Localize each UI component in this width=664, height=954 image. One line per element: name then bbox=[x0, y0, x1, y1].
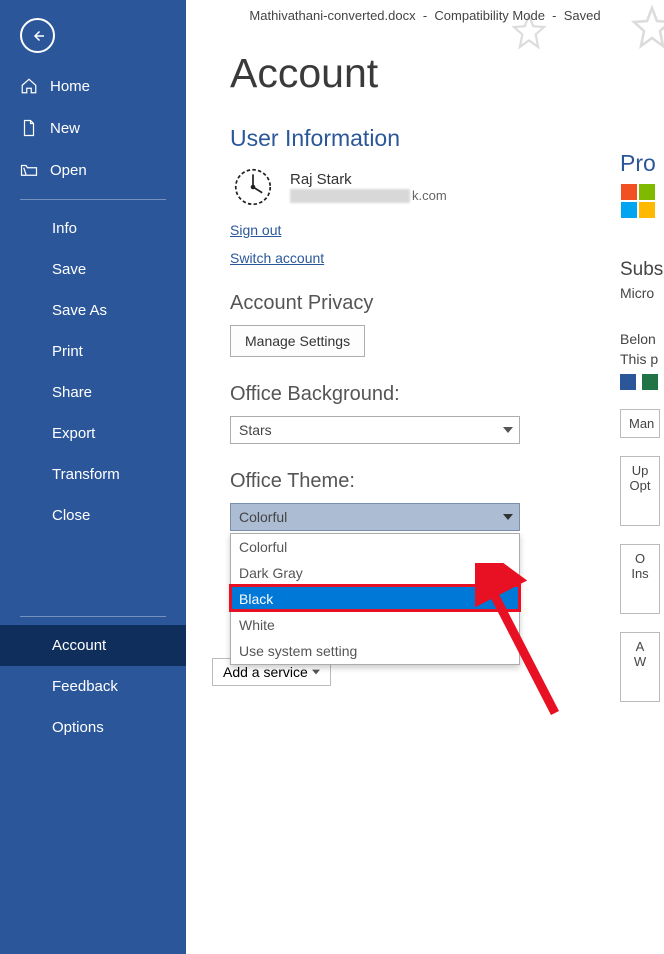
divider bbox=[20, 199, 166, 200]
office-theme-dropdown: Colorful Dark Gray Black White Use syste… bbox=[230, 533, 520, 665]
this-product-label: This p bbox=[620, 351, 664, 367]
user-email: k.com bbox=[290, 188, 447, 203]
office-logo-icon bbox=[620, 183, 660, 219]
backstage-sidebar: Home New Open Info Save Save As Print Sh… bbox=[0, 0, 186, 954]
nav-options[interactable]: Options bbox=[0, 707, 186, 748]
nav-info[interactable]: Info bbox=[0, 208, 186, 249]
avatar bbox=[230, 164, 276, 210]
office-insider-button[interactable]: OIns bbox=[620, 544, 660, 614]
office-theme-value: Colorful bbox=[239, 509, 287, 525]
new-document-icon bbox=[20, 119, 38, 137]
user-info-heading: User Information bbox=[230, 125, 664, 152]
theme-option-system[interactable]: Use system setting bbox=[231, 638, 519, 664]
theme-option-colorful[interactable]: Colorful bbox=[231, 534, 519, 560]
home-icon bbox=[20, 77, 38, 95]
nav-open[interactable]: Open bbox=[0, 149, 186, 191]
nav-close[interactable]: Close bbox=[0, 495, 186, 536]
office-theme-select[interactable]: Colorful bbox=[230, 503, 520, 531]
office-theme-heading: Office Theme: bbox=[230, 470, 664, 493]
chevron-down-icon bbox=[312, 669, 320, 675]
nav-label: Save bbox=[52, 261, 86, 278]
nav-label: Feedback bbox=[52, 678, 118, 695]
nav-label: Home bbox=[50, 78, 90, 95]
nav-home[interactable]: Home bbox=[0, 65, 186, 107]
subscription-heading: Subs bbox=[620, 259, 664, 281]
theme-option-black[interactable]: Black bbox=[231, 586, 519, 612]
subscription-product: Micro bbox=[620, 285, 664, 301]
divider bbox=[20, 616, 166, 617]
nav-print[interactable]: Print bbox=[0, 331, 186, 372]
belongs-to-label: Belon bbox=[620, 331, 664, 347]
add-service-label: Add a service bbox=[223, 664, 308, 680]
main-panel: Account User Information Raj Stark k.com… bbox=[186, 0, 664, 954]
nav-label: Export bbox=[52, 425, 95, 442]
manage-settings-button[interactable]: Manage Settings bbox=[230, 325, 365, 357]
back-button[interactable] bbox=[20, 18, 55, 53]
nav-account[interactable]: Account bbox=[0, 625, 186, 666]
chevron-down-icon bbox=[503, 514, 513, 520]
nav-label: Transform bbox=[52, 466, 120, 483]
nav-share[interactable]: Share bbox=[0, 372, 186, 413]
switch-account-link[interactable]: Switch account bbox=[230, 250, 664, 266]
nav-label: Save As bbox=[52, 302, 107, 319]
theme-option-white[interactable]: White bbox=[231, 612, 519, 638]
update-options-button[interactable]: UpOpt bbox=[620, 456, 660, 526]
about-word-button[interactable]: AW bbox=[620, 632, 660, 702]
nav-label: Account bbox=[52, 637, 106, 654]
sign-out-link[interactable]: Sign out bbox=[230, 222, 664, 238]
user-row: Raj Stark k.com bbox=[230, 164, 664, 210]
nav-label: Print bbox=[52, 343, 83, 360]
nav-label: Info bbox=[52, 220, 77, 237]
nav-label: Close bbox=[52, 507, 90, 524]
account-privacy-heading: Account Privacy bbox=[230, 292, 664, 315]
nav-save-as[interactable]: Save As bbox=[0, 290, 186, 331]
nav-transform[interactable]: Transform bbox=[0, 454, 186, 495]
nav-new[interactable]: New bbox=[0, 107, 186, 149]
manage-account-button[interactable]: Man bbox=[620, 409, 660, 438]
nav-label: Open bbox=[50, 162, 87, 179]
right-column: Pro Subs Micro Belon This p Man UpOpt OI… bbox=[620, 150, 664, 702]
nav-feedback[interactable]: Feedback bbox=[0, 666, 186, 707]
folder-open-icon bbox=[20, 161, 38, 179]
product-info-heading: Pro bbox=[620, 150, 664, 177]
chevron-down-icon bbox=[503, 427, 513, 433]
office-background-heading: Office Background: bbox=[230, 383, 664, 406]
office-background-select[interactable]: Stars bbox=[230, 416, 520, 444]
nav-save[interactable]: Save bbox=[0, 249, 186, 290]
page-title: Account bbox=[230, 50, 664, 97]
word-icon bbox=[620, 374, 636, 390]
excel-icon bbox=[642, 374, 658, 390]
nav-export[interactable]: Export bbox=[0, 413, 186, 454]
nav-label: Options bbox=[52, 719, 104, 736]
theme-option-darkgray[interactable]: Dark Gray bbox=[231, 560, 519, 586]
office-background-value: Stars bbox=[239, 422, 272, 438]
user-name: Raj Stark bbox=[290, 171, 447, 188]
nav-label: Share bbox=[52, 384, 92, 401]
nav-label: New bbox=[50, 120, 80, 137]
